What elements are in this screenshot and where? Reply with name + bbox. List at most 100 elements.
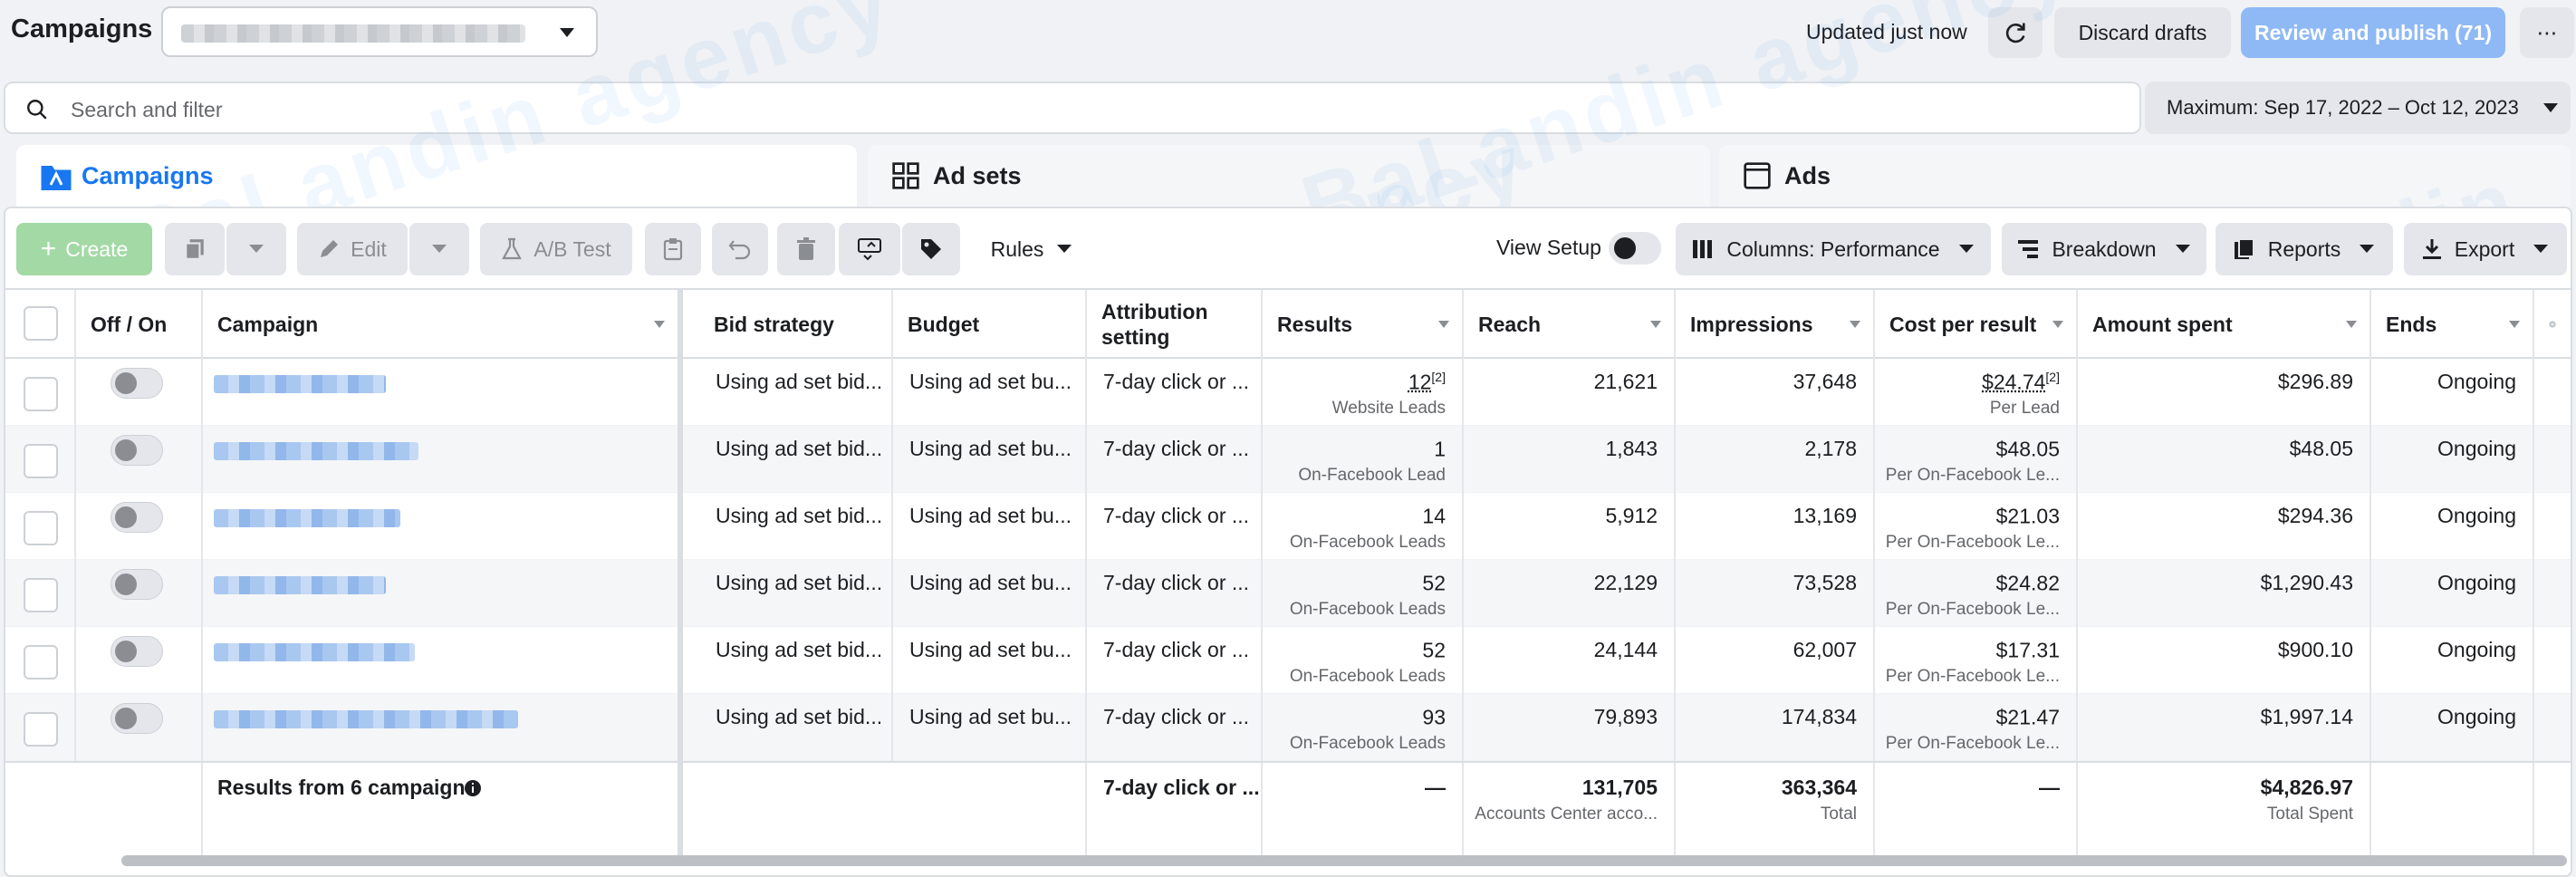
amount-spent-cell: $1,997.14 [2078,694,2371,761]
col-budget[interactable]: Budget [893,290,1087,359]
row-checkbox[interactable] [24,645,58,679]
ab-test-button[interactable]: A/B Test [480,223,632,275]
ends-cell: Ongoing [2371,426,2534,493]
campaign-on-off-toggle[interactable] [111,502,163,533]
cost-per-result-cell: $24.82 Per On-Facebook Le... [1875,560,2078,627]
campaign-name-cell[interactable] [203,627,683,694]
select-all-cell [5,290,76,359]
cost-per-result-cell: $17.31 Per On-Facebook Le... [1875,627,2078,694]
campaign-name-redacted[interactable] [214,442,418,460]
totals-cpr-value: — [2039,776,2060,799]
cost-per-result-value: $24.74 [1982,370,2046,394]
impressions-cell: 62,007 [1676,627,1875,694]
horizontal-scrollbar[interactable] [121,855,2567,866]
col-results[interactable]: Results [1263,290,1464,359]
reports-label: Reports [2267,236,2341,261]
delete-button[interactable] [777,223,835,275]
grid-icon [892,162,919,189]
campaign-on-off-toggle[interactable] [111,368,163,399]
edit-menu-button[interactable] [409,223,469,275]
row-toggle-cell [76,426,203,493]
info-icon[interactable] [464,779,482,797]
rules-button[interactable]: Rules [971,223,1092,275]
results-cell: 1 On-Facebook Lead [1263,426,1464,493]
campaign-on-off-toggle[interactable] [111,435,163,466]
table-row[interactable]: Using ad set bid... Using ad set bu... 7-d… [5,560,2571,627]
reports-button[interactable]: Reports [2216,223,2393,275]
col-cost-per-result[interactable]: Cost per result [1875,290,2078,359]
clipboard-button[interactable] [645,223,701,275]
campaign-name-cell[interactable] [203,359,683,426]
col-amount-spent[interactable]: Amount spent [2078,290,2371,359]
table-row[interactable]: Using ad set bid... Using ad set bu... 7-d… [5,426,2571,493]
row-checkbox[interactable] [24,712,58,747]
col-impressions[interactable]: Impressions [1676,290,1875,359]
totals-reach: 131,705 Accounts Center acco... [1464,763,1676,857]
campaign-on-off-toggle[interactable] [111,703,163,734]
reach-cell: 24,144 [1464,627,1676,694]
tag-button[interactable] [902,223,960,275]
attribution-value: 7-day click or ... [1103,370,1250,393]
duplicate-menu-button[interactable] [226,223,286,275]
columns-button[interactable]: Columns: Performance [1676,223,1991,275]
campaign-name-cell[interactable] [203,560,683,627]
columns-label: Columns: Performance [1726,236,1940,261]
duplicate-button[interactable] [165,223,225,275]
undo-button[interactable] [712,223,768,275]
ad-account-select[interactable] [161,6,598,57]
row-checkbox[interactable] [24,511,58,545]
add-column-button[interactable] [2534,290,2571,359]
campaign-name-redacted[interactable] [214,576,386,594]
edit-button[interactable]: Edit [297,223,408,275]
row-checkbox[interactable] [24,444,58,478]
results-type: Website Leads [1331,399,1446,418]
totals-impressions-value: 363,364 [1781,776,1857,799]
swap-button[interactable] [839,223,900,275]
table-row[interactable]: Using ad set bid... Using ad set bu... 7-d… [5,694,2571,761]
table-row[interactable]: Using ad set bid... Using ad set bu... 7-d… [5,359,2571,426]
col-attribution[interactable]: Attribution setting [1087,290,1263,359]
breakdown-button[interactable]: Breakdown [2002,223,2206,275]
campaign-on-off-toggle[interactable] [111,636,163,667]
date-range-picker[interactable]: Maximum: Sep 17, 2022 – Oct 12, 2023 [2145,82,2571,134]
search-input[interactable]: Search and filter [4,82,2141,134]
refresh-button[interactable] [1988,7,2043,58]
table-row[interactable]: Using ad set bid... Using ad set bu... 7-d… [5,627,2571,694]
tab-ads[interactable]: Ads [1719,145,2571,208]
tab-campaigns[interactable]: Campaigns [16,145,857,208]
campaign-name-redacted[interactable] [214,643,415,661]
campaign-name-redacted[interactable] [214,710,518,728]
campaign-name-cell[interactable] [203,493,683,560]
cost-per-result-cell: $21.03 Per On-Facebook Le... [1875,493,2078,560]
review-and-publish-button[interactable]: Review and publish (71) [2241,7,2505,58]
col-campaign[interactable]: Campaign [203,290,683,359]
col-ends[interactable]: Ends [2371,290,2534,359]
campaign-name-redacted[interactable] [214,375,386,393]
amount-spent-value: $900.10 [2277,638,2353,661]
ends-cell: Ongoing [2371,493,2534,560]
ad-account-name-redacted [181,24,525,43]
campaign-name-cell[interactable] [203,694,683,761]
campaign-name-redacted[interactable] [214,509,400,527]
export-button[interactable]: Export [2404,223,2567,275]
campaign-name-cell[interactable] [203,426,683,493]
col-off-on[interactable]: Off / On [76,290,203,359]
table-row[interactable]: Using ad set bid... Using ad set bu... 7-d… [5,493,2571,560]
totals-row: Results from 6 campaigns 7-day click or … [5,761,2571,857]
tab-ad-sets[interactable]: Ad sets [868,145,1710,208]
row-checkbox[interactable] [24,377,58,411]
impressions-cell: 13,169 [1676,493,1875,560]
discard-drafts-button[interactable]: Discard drafts [2054,7,2231,58]
ends-value: Ongoing [2437,370,2516,393]
col-bid-strategy[interactable]: Bid strategy [699,290,893,359]
bid-strategy-cell: Using ad set bid... [699,493,893,560]
totals-label-cell: Results from 6 campaigns [203,763,683,857]
select-all-checkbox[interactable] [24,306,58,341]
page-title: Campaigns [11,14,153,43]
create-button[interactable]: + Create [16,223,152,275]
campaign-on-off-toggle[interactable] [111,569,163,600]
more-options-button[interactable]: ⋯ [2520,7,2574,58]
row-checkbox[interactable] [24,578,58,612]
view-setup-toggle[interactable] [1609,232,1661,265]
col-reach[interactable]: Reach [1464,290,1676,359]
